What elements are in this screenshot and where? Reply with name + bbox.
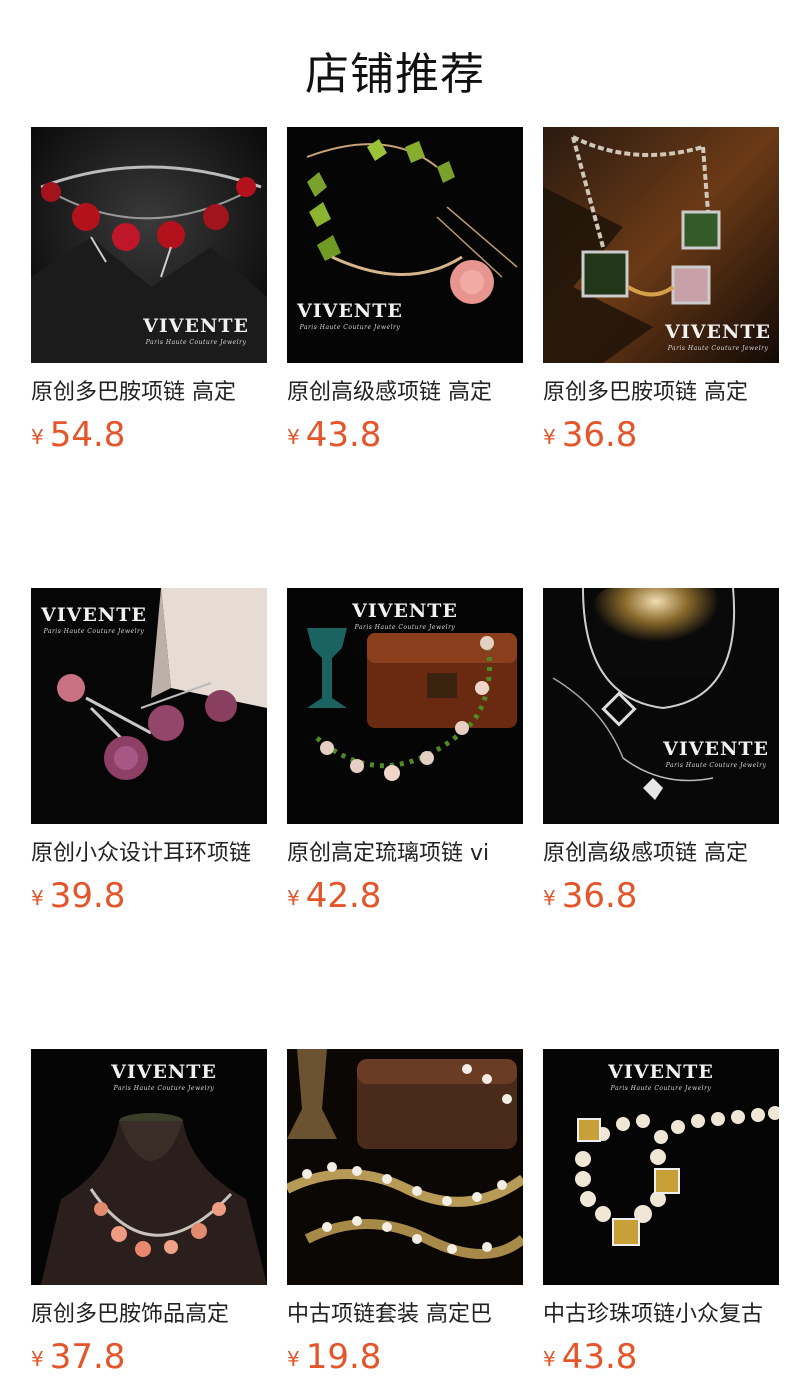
price-value: 43.8 bbox=[561, 1337, 638, 1377]
currency-symbol: ¥ bbox=[287, 886, 300, 910]
product-price: ¥43.8 bbox=[543, 1337, 779, 1377]
product-price: ¥36.8 bbox=[543, 415, 779, 455]
product-name[interactable]: 原创高定琉璃项链 vi bbox=[287, 839, 523, 869]
brand-logo: VIVENTE Paris Haute Couture Jewelry bbox=[665, 321, 771, 352]
product-price: ¥54.8 bbox=[31, 415, 267, 455]
price-value: 19.8 bbox=[305, 1337, 382, 1377]
currency-symbol: ¥ bbox=[287, 1347, 300, 1371]
brand-logo: VIVENTE Paris Haute Couture Jewelry bbox=[297, 300, 403, 331]
currency-symbol: ¥ bbox=[31, 886, 44, 910]
product-image[interactable]: VIVENTE Paris Haute Couture Jewelry bbox=[31, 127, 267, 363]
product-card[interactable]: VIVENTE Paris Haute Couture Jewelry 中古珍珠项… bbox=[543, 1049, 779, 1377]
currency-symbol: ¥ bbox=[31, 1347, 44, 1371]
currency-symbol: ¥ bbox=[543, 425, 556, 449]
vintage-pearl-set-image-icon bbox=[287, 1049, 523, 1285]
product-card[interactable]: VIVENTE Paris Haute Couture Jewelry 原创高级感… bbox=[543, 588, 779, 916]
price-value: 37.8 bbox=[49, 1337, 126, 1377]
product-card[interactable]: VIVENTE Paris Haute Couture Jewelry 原创多巴胺… bbox=[31, 127, 267, 455]
brand-logo: VIVENTE Paris Haute Couture Jewelry bbox=[663, 738, 769, 769]
product-name[interactable]: 原创高级感项链 高定 bbox=[543, 839, 779, 869]
currency-symbol: ¥ bbox=[543, 886, 556, 910]
product-image[interactable] bbox=[287, 1049, 523, 1285]
price-value: 54.8 bbox=[49, 415, 126, 455]
store-recommendations-page: 店铺推荐 VIVENTE Paris Haute Couture Jewelry… bbox=[0, 0, 790, 1377]
price-value: 39.8 bbox=[49, 876, 126, 916]
currency-symbol: ¥ bbox=[31, 425, 44, 449]
currency-symbol: ¥ bbox=[287, 425, 300, 449]
product-image[interactable]: VIVENTE Paris Haute Couture Jewelry bbox=[31, 1049, 267, 1285]
product-card[interactable]: VIVENTE Paris Haute Couture Jewelry 原创小众设… bbox=[31, 588, 267, 916]
product-image[interactable]: VIVENTE Paris Haute Couture Jewelry bbox=[543, 1049, 779, 1285]
product-price: ¥39.8 bbox=[31, 876, 267, 916]
silver-pendant-necklace-image-icon bbox=[543, 588, 779, 824]
product-image[interactable]: VIVENTE Paris Haute Couture Jewelry bbox=[287, 127, 523, 363]
product-image[interactable]: VIVENTE Paris Haute Couture Jewelry bbox=[543, 588, 779, 824]
product-card[interactable]: 中古项链套装 高定巴 ¥19.8 bbox=[287, 1049, 523, 1377]
brand-logo: VIVENTE Paris Haute Couture Jewelry bbox=[111, 1061, 217, 1092]
product-card[interactable]: VIVENTE Paris Haute Couture Jewelry 原创高定琉… bbox=[287, 588, 523, 916]
product-price: ¥36.8 bbox=[543, 876, 779, 916]
product-card[interactable]: VIVENTE Paris Haute Couture Jewelry 原创高级感… bbox=[287, 127, 523, 455]
section-title: 店铺推荐 bbox=[305, 49, 485, 100]
product-image[interactable]: VIVENTE Paris Haute Couture Jewelry bbox=[287, 588, 523, 824]
product-price: ¥19.8 bbox=[287, 1337, 523, 1377]
product-card[interactable]: VIVENTE Paris Haute Couture Jewelry 原创多巴胺… bbox=[543, 127, 779, 455]
brand-logo: VIVENTE Paris Haute Couture Jewelry bbox=[352, 600, 458, 631]
currency-symbol: ¥ bbox=[543, 1347, 556, 1371]
price-value: 36.8 bbox=[561, 415, 638, 455]
product-image[interactable]: VIVENTE Paris Haute Couture Jewelry bbox=[31, 588, 267, 824]
product-price: ¥37.8 bbox=[31, 1337, 267, 1377]
product-name[interactable]: 原创多巴胺饰品高定 bbox=[31, 1300, 267, 1330]
product-name[interactable]: 原创小众设计耳环项链 bbox=[31, 839, 267, 869]
brand-logo: VIVENTE Paris Haute Couture Jewelry bbox=[143, 315, 249, 346]
product-name[interactable]: 中古珍珠项链小众复古 bbox=[543, 1300, 779, 1330]
brand-logo: VIVENTE Paris Haute Couture Jewelry bbox=[608, 1061, 714, 1092]
product-name[interactable]: 原创多巴胺项链 高定 bbox=[543, 378, 779, 408]
product-price: ¥42.8 bbox=[287, 876, 523, 916]
product-name[interactable]: 原创多巴胺项链 高定 bbox=[31, 378, 267, 408]
product-grid: VIVENTE Paris Haute Couture Jewelry 原创多巴胺… bbox=[31, 127, 779, 1377]
product-image[interactable]: VIVENTE Paris Haute Couture Jewelry bbox=[543, 127, 779, 363]
product-name[interactable]: 原创高级感项链 高定 bbox=[287, 378, 523, 408]
product-card[interactable]: VIVENTE Paris Haute Couture Jewelry 原创多巴胺… bbox=[31, 1049, 267, 1377]
brand-logo: VIVENTE Paris Haute Couture Jewelry bbox=[41, 604, 147, 635]
price-value: 43.8 bbox=[305, 415, 382, 455]
product-price: ¥43.8 bbox=[287, 415, 523, 455]
price-value: 36.8 bbox=[561, 876, 638, 916]
price-value: 42.8 bbox=[305, 876, 382, 916]
product-name[interactable]: 中古项链套装 高定巴 bbox=[287, 1300, 523, 1330]
